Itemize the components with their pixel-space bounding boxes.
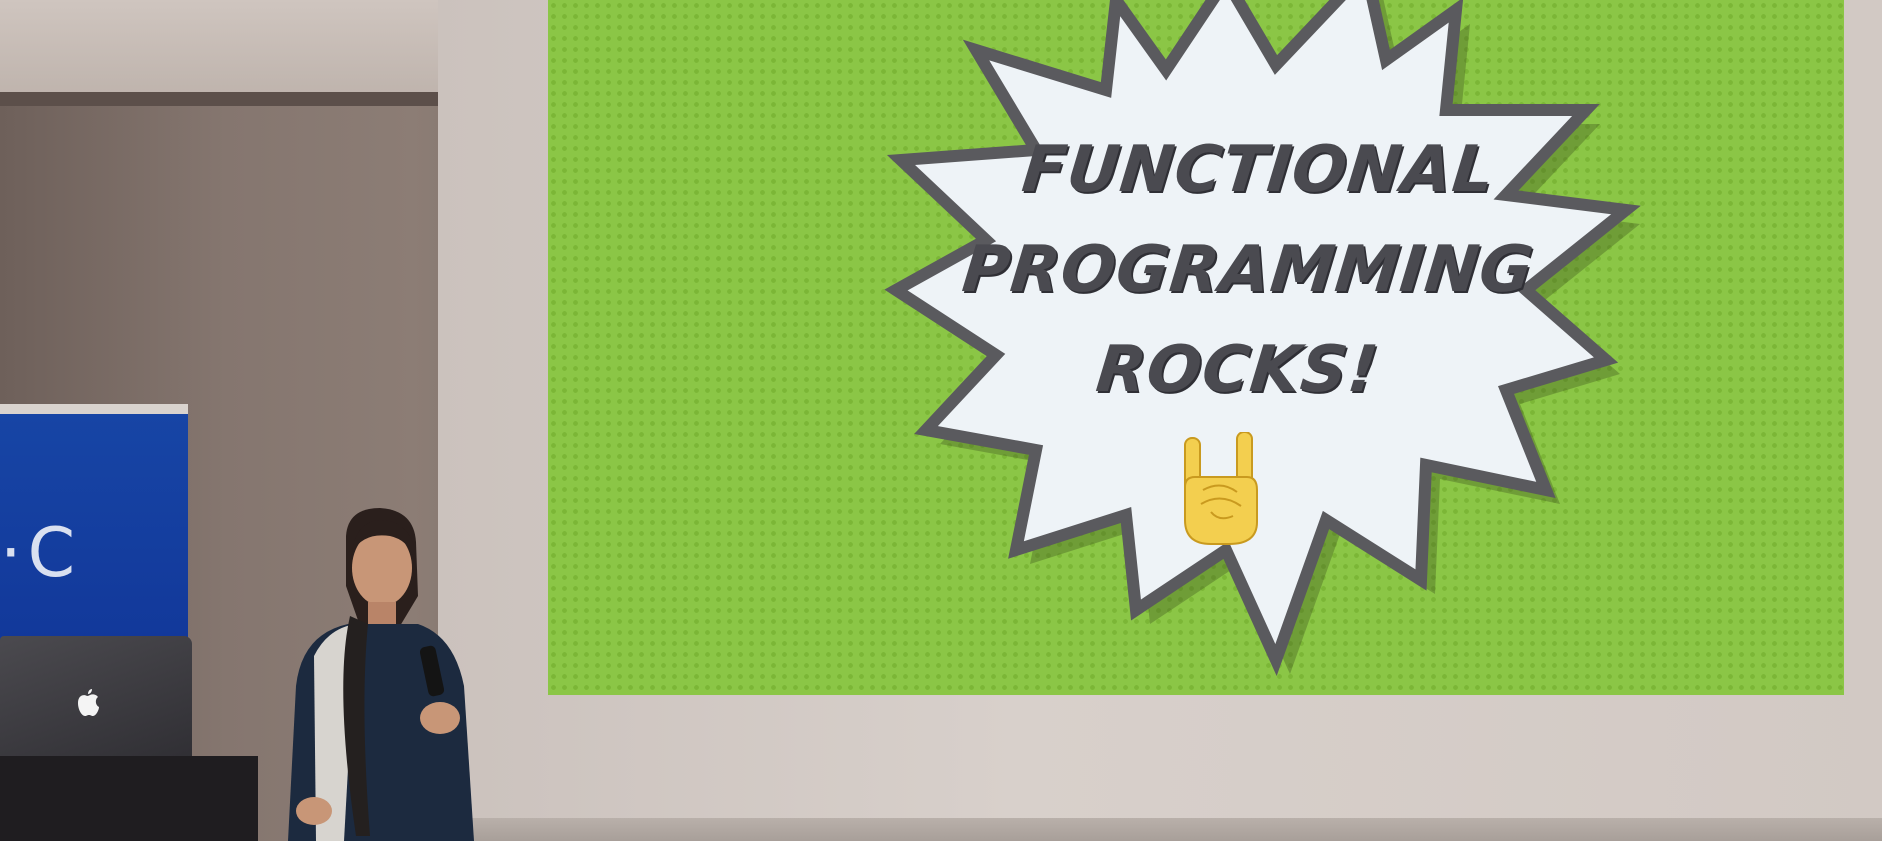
podium: [0, 756, 258, 841]
screen-bottom: [438, 818, 1882, 841]
presentation-slide: FUNCTIONAL PROGRAMMING ROCKS!: [548, 0, 1844, 695]
apple-logo-icon: [78, 689, 99, 716]
laptop: [0, 636, 192, 766]
ceiling-edge: [0, 92, 460, 106]
slide-title-line-2: PROGRAMMING: [959, 233, 1537, 307]
sign-of-the-horns-hand-icon: [1181, 431, 1261, 547]
slide-title-line-3: ROCKS!: [1092, 333, 1383, 407]
blue-banner: ·C: [0, 404, 188, 644]
banner-text: ·C: [0, 514, 82, 593]
conference-photo: FUNCTIONAL PROGRAMMING ROCKS! ·C: [0, 0, 1882, 841]
speaker-hand: [420, 702, 460, 734]
speaker: [268, 506, 498, 841]
slide-title-line-1: FUNCTIONAL: [1018, 133, 1499, 207]
ceiling: [0, 0, 460, 104]
slide-title: FUNCTIONAL PROGRAMMING ROCKS!: [892, 120, 1604, 420]
